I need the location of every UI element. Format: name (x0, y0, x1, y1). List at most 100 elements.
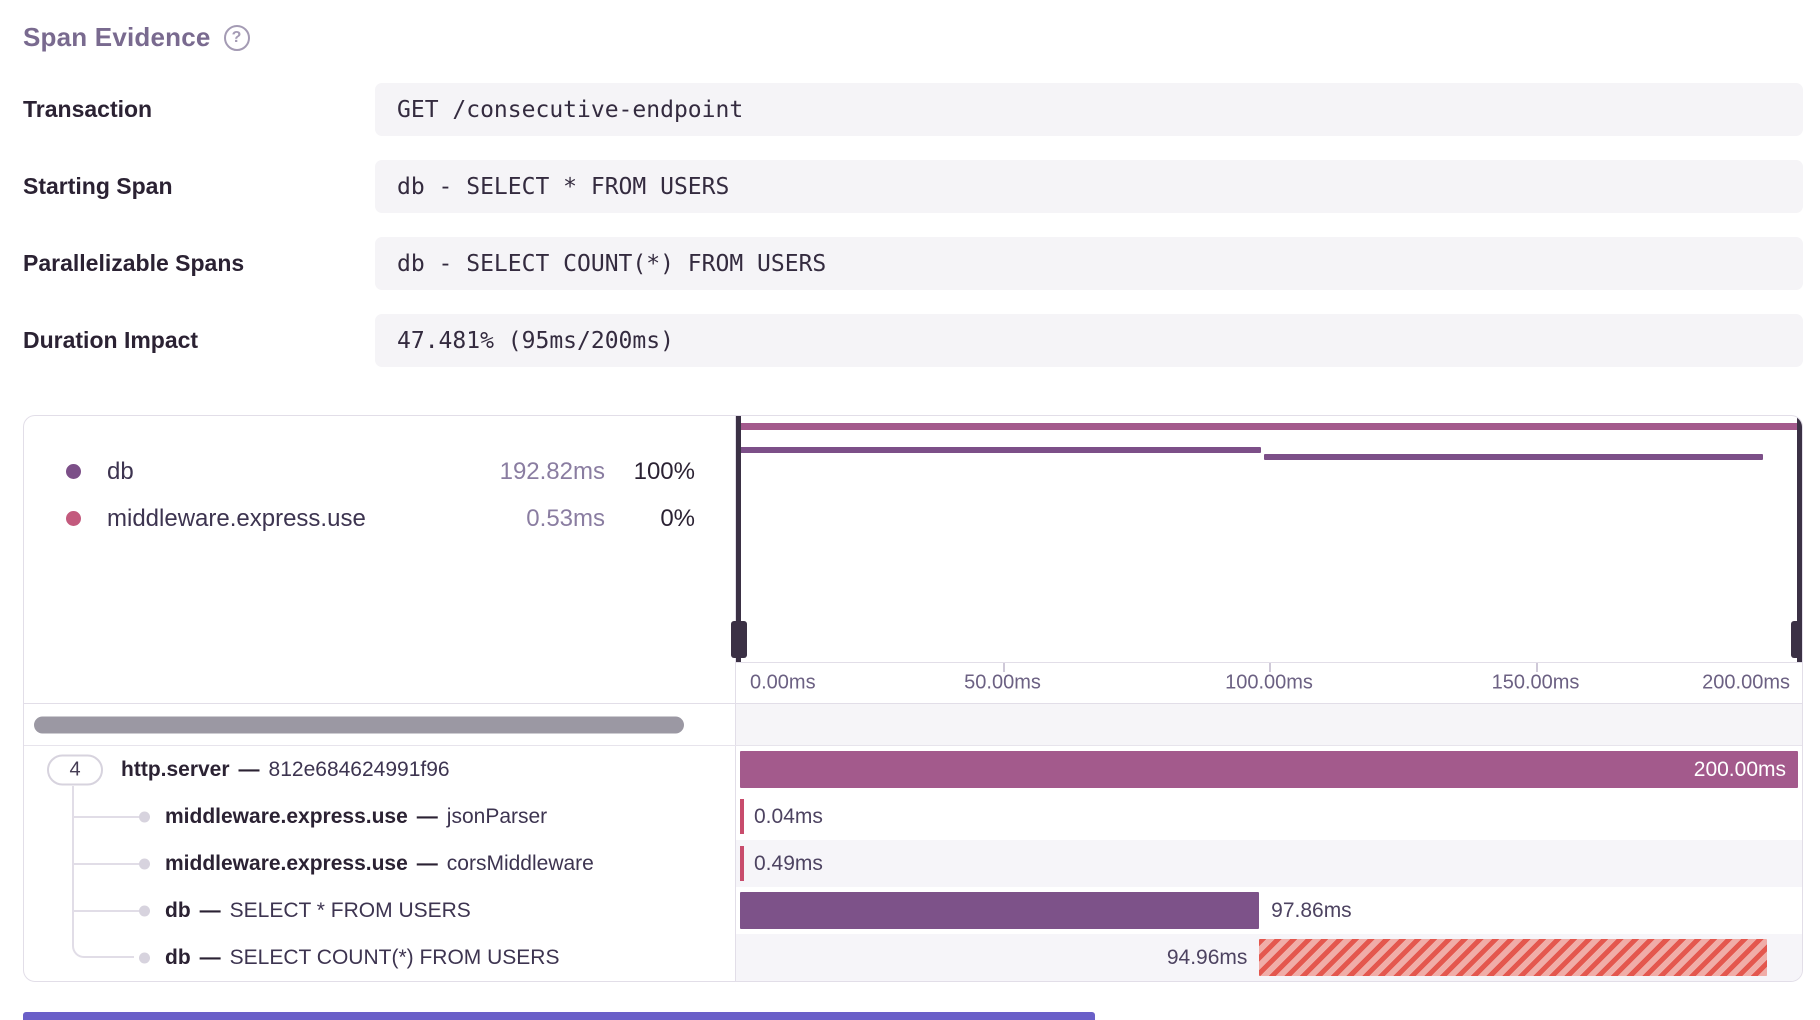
axis-tick-label: 0.00ms (750, 672, 816, 695)
span-duration-bar (740, 892, 1259, 929)
scrollbar-track (24, 704, 736, 745)
span-title: db — SELECT COUNT(*) FROM USERS (165, 946, 559, 970)
span-description: SELECT COUNT(*) FROM USERS (230, 946, 560, 969)
span-tree-cell: 4 http.server — 812e684624991f96 (24, 746, 736, 793)
minimap-bar-http-server (740, 423, 1798, 430)
span-description: SELECT * FROM USERS (230, 899, 471, 922)
bottom-element-edge (23, 1012, 1095, 1020)
span-evidence-panel: Span Evidence ? Transaction GET /consecu… (0, 0, 1820, 1020)
span-op: middleware.express.use (165, 852, 408, 875)
tree-connector (74, 910, 139, 912)
middleware-color-dot-icon (66, 511, 81, 526)
span-row-jsonparser[interactable]: middleware.express.use — jsonParser 0.04ms (24, 793, 1802, 840)
axis-tick-label: 100.00ms (1225, 672, 1313, 695)
span-bar-cell[interactable]: 0.04ms (736, 793, 1802, 840)
evidence-fields: Transaction GET /consecutive-endpoint St… (23, 83, 1803, 367)
help-icon[interactable]: ? (224, 25, 250, 51)
span-row-corsmiddleware[interactable]: middleware.express.use—corsMiddleware 0.… (24, 840, 1802, 887)
span-title: http.server — 812e684624991f96 (121, 758, 450, 782)
tree-node-dot-icon (139, 858, 150, 869)
span-row-http-server[interactable]: 4 http.server — 812e684624991f96 200.00ms (24, 746, 1802, 793)
span-title: middleware.express.use—corsMiddleware (165, 852, 594, 876)
scrollbar-row (24, 704, 1802, 746)
legend-op-percent: 0% (605, 505, 695, 533)
legend-op-percent: 100% (605, 458, 695, 486)
span-bar-cell[interactable]: 200.00ms (736, 746, 1802, 793)
field-label: Parallelizable Spans (23, 250, 375, 277)
field-value: db - SELECT COUNT(*) FROM USERS (375, 237, 1803, 290)
section-header: Span Evidence ? (23, 22, 1803, 53)
minimap-bar-db-count (1264, 454, 1763, 460)
field-label: Starting Span (23, 173, 375, 200)
time-axis-row: 0.00ms 50.00ms 100.00ms 150.00ms 200.00m… (24, 662, 1802, 704)
axis-tick-label: 200.00ms (1702, 672, 1790, 695)
minimap-left-grip[interactable] (731, 621, 747, 658)
span-tree-cell: middleware.express.use—corsMiddleware (24, 840, 736, 887)
span-tree-cell: db — SELECT * FROM USERS (24, 887, 736, 934)
span-tree: 4 http.server — 812e684624991f96 200.00ms (24, 746, 1802, 981)
span-description: corsMiddleware (447, 852, 594, 875)
span-title: db — SELECT * FROM USERS (165, 899, 471, 923)
axis-tick-label: 50.00ms (964, 672, 1041, 695)
field-row-starting-span: Starting Span db - SELECT * FROM USERS (23, 160, 1803, 213)
span-duration-bar (740, 799, 744, 834)
span-op: middleware.express.use (165, 805, 408, 828)
span-separator: — (417, 805, 438, 828)
span-bar-cell[interactable]: 0.49ms (736, 840, 1802, 887)
trace-minimap[interactable] (736, 416, 1802, 662)
legend-op-name: db (107, 458, 475, 486)
axis-tick-label: 150.00ms (1492, 672, 1580, 695)
span-duration-label: 0.04ms (754, 805, 823, 829)
minimap-bar-db-select (740, 447, 1261, 453)
field-label: Transaction (23, 96, 375, 123)
legend-op-duration: 192.82ms (475, 458, 605, 486)
span-row-db-select[interactable]: db — SELECT * FROM USERS 97.86ms (24, 887, 1802, 934)
span-duration-label: 97.86ms (1271, 899, 1352, 923)
legend-row-middleware: middleware.express.use 0.53ms 0% (24, 495, 735, 542)
span-tree-cell: middleware.express.use — jsonParser (24, 793, 736, 840)
span-duration-label: 94.96ms (1167, 946, 1248, 970)
span-op: db (165, 946, 191, 969)
field-row-parallelizable-spans: Parallelizable Spans db - SELECT COUNT(*… (23, 237, 1803, 290)
span-duration-bar (740, 846, 744, 881)
span-duration-label: 200.00ms (1694, 758, 1786, 782)
time-axis-spacer (24, 662, 736, 703)
span-op: http.server (121, 758, 230, 781)
span-ops-legend: db 192.82ms 100% middleware.express.use … (24, 416, 736, 662)
trace-view-widget: db 192.82ms 100% middleware.express.use … (23, 415, 1803, 982)
tree-connector (74, 863, 139, 865)
tree-node-dot-icon (139, 952, 150, 963)
span-children-count-badge[interactable]: 4 (47, 754, 103, 785)
field-value: 47.481% (95ms/200ms) (375, 314, 1803, 367)
span-description: jsonParser (447, 805, 547, 828)
time-axis: 0.00ms 50.00ms 100.00ms 150.00ms 200.00m… (736, 662, 1802, 703)
span-duration-bar-striped (1259, 939, 1766, 976)
span-separator: — (239, 758, 260, 781)
span-duration-label: 0.49ms (754, 852, 823, 876)
span-tree-cell: db — SELECT COUNT(*) FROM USERS (24, 934, 736, 981)
horizontal-scrollbar-thumb[interactable] (34, 716, 684, 733)
span-bar-cell[interactable]: 94.96ms (736, 934, 1802, 981)
span-separator: — (200, 946, 221, 969)
field-value: db - SELECT * FROM USERS (375, 160, 1803, 213)
span-description: 812e684624991f96 (269, 758, 450, 781)
legend-op-name: middleware.express.use (107, 505, 475, 533)
tree-node-dot-icon (139, 811, 150, 822)
span-row-db-count[interactable]: db — SELECT COUNT(*) FROM USERS 94.96ms (24, 934, 1802, 981)
legend-op-duration: 0.53ms (475, 505, 605, 533)
tree-connector (74, 816, 139, 818)
tree-connector (72, 933, 134, 958)
legend-row-db: db 192.82ms 100% (24, 448, 735, 495)
span-bar-cell[interactable]: 97.86ms (736, 887, 1802, 934)
span-op: db (165, 899, 191, 922)
field-label: Duration Impact (23, 327, 375, 354)
span-separator: — (200, 899, 221, 922)
minimap-left-handle[interactable] (736, 416, 741, 662)
span-duration-bar: 200.00ms (740, 751, 1798, 788)
trace-view-header: db 192.82ms 100% middleware.express.use … (24, 416, 1802, 662)
minimap-right-grip[interactable] (1791, 621, 1803, 658)
span-title: middleware.express.use — jsonParser (165, 805, 547, 829)
tree-node-dot-icon (139, 905, 150, 916)
minimap-right-handle[interactable] (1797, 416, 1802, 662)
scrollbar-row-spacer (736, 704, 1802, 745)
